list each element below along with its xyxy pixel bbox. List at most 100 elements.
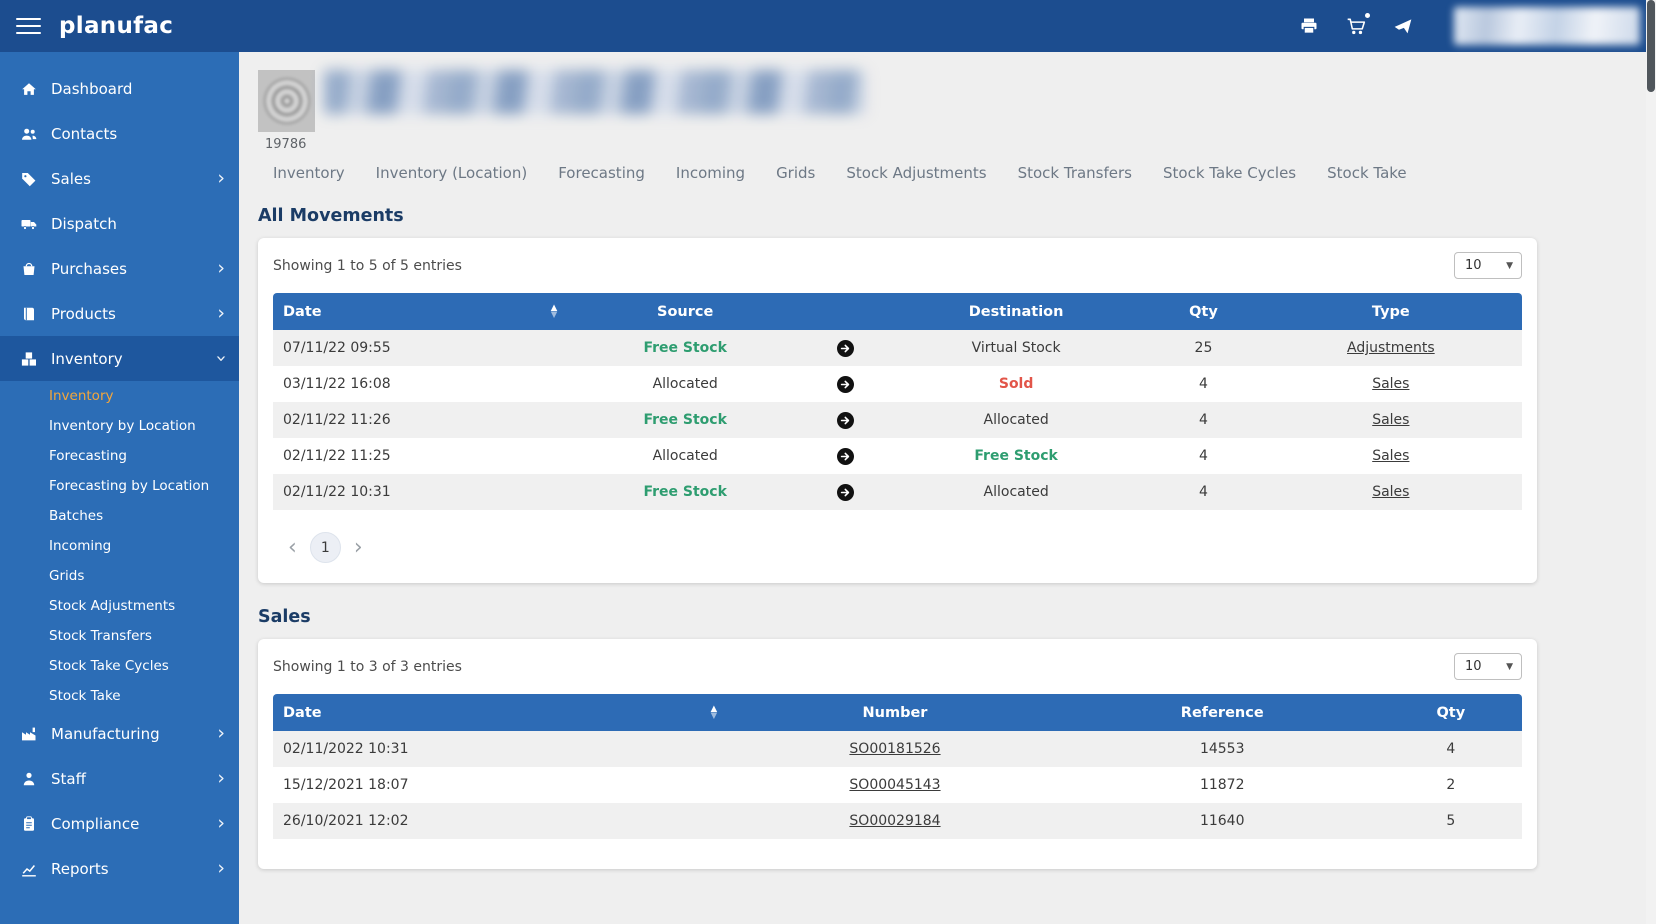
submenu-item-inventory-by-location[interactable]: Inventory by Location bbox=[0, 411, 239, 441]
movements-table: Date ▲ ▼ Source Destination Qty Type 07/1… bbox=[273, 293, 1522, 510]
column-header-qty[interactable]: Qty bbox=[1379, 694, 1522, 731]
submenu-item-stock-take-cycles[interactable]: Stock Take Cycles bbox=[0, 651, 239, 681]
tab-stock-transfers[interactable]: Stock Transfers bbox=[1018, 164, 1132, 182]
tab-incoming[interactable]: Incoming bbox=[676, 164, 745, 182]
sale-qty: 5 bbox=[1446, 813, 1456, 829]
sidebar-item-dashboard[interactable]: Dashboard bbox=[0, 66, 239, 111]
product-code: 19786 bbox=[265, 137, 307, 152]
scrollbar-thumb[interactable] bbox=[1647, 0, 1655, 92]
tab-stock-take-cycles[interactable]: Stock Take Cycles bbox=[1163, 164, 1296, 182]
sidebar-item-manufacturing[interactable]: Manufacturing › bbox=[0, 711, 239, 756]
submenu-item-stock-take[interactable]: Stock Take bbox=[0, 681, 239, 711]
movement-destination: Allocated bbox=[983, 484, 1049, 500]
sidebar-item-staff[interactable]: Staff › bbox=[0, 756, 239, 801]
submenu-item-stock-transfers[interactable]: Stock Transfers bbox=[0, 621, 239, 651]
sidebar-item-contacts[interactable]: Contacts bbox=[0, 111, 239, 156]
price-tag-icon bbox=[19, 169, 38, 188]
chevron-right-icon: › bbox=[217, 302, 225, 324]
tab-forecasting[interactable]: Forecasting bbox=[558, 164, 645, 182]
sidebar-item-sales[interactable]: Sales › bbox=[0, 156, 239, 201]
user-account-blurred[interactable] bbox=[1454, 7, 1640, 45]
column-header-type[interactable]: Type bbox=[1259, 293, 1522, 330]
movement-date: 02/11/22 11:26 bbox=[283, 412, 391, 428]
cart-icon[interactable] bbox=[1346, 13, 1370, 36]
sale-number[interactable]: SO00045143 bbox=[725, 767, 1065, 803]
sale-number[interactable]: SO00181526 bbox=[725, 731, 1065, 767]
table-row: 03/11/22 16:08 Allocated Sold 4 Sales bbox=[273, 366, 1522, 402]
movement-type[interactable]: Sales bbox=[1260, 402, 1522, 438]
sale-date: 02/11/2022 10:31 bbox=[283, 741, 409, 757]
tab-bar: Inventory Inventory (Location) Forecasti… bbox=[258, 164, 1656, 182]
movement-type[interactable]: Sales bbox=[1260, 438, 1522, 474]
movement-qty: 4 bbox=[1199, 448, 1208, 464]
page-size-select[interactable]: 10 ▼ bbox=[1454, 653, 1522, 680]
tab-inventory-location[interactable]: Inventory (Location) bbox=[376, 164, 528, 182]
movement-type[interactable]: Sales bbox=[1260, 366, 1522, 402]
tab-grids[interactable]: Grids bbox=[776, 164, 815, 182]
page-1-button[interactable]: 1 bbox=[309, 532, 341, 563]
paper-plane-icon[interactable] bbox=[1393, 16, 1413, 36]
tab-stock-adjustments[interactable]: Stock Adjustments bbox=[846, 164, 986, 182]
submenu-item-forecasting[interactable]: Forecasting bbox=[0, 441, 239, 471]
sidebar-item-compliance[interactable]: Compliance › bbox=[0, 801, 239, 846]
caret-down-icon: ▼ bbox=[1506, 260, 1513, 271]
sidebar-item-products[interactable]: Products › bbox=[0, 291, 239, 336]
page-size-select[interactable]: 10 ▼ bbox=[1454, 252, 1522, 279]
sidebar-item-dispatch[interactable]: Dispatch bbox=[0, 201, 239, 246]
sales-table: Date ▲ ▼ Number Reference Qty 02/11/2022 … bbox=[273, 694, 1522, 839]
column-header-qty[interactable]: Qty bbox=[1147, 293, 1260, 330]
column-header-number[interactable]: Number bbox=[725, 694, 1065, 731]
sidebar-item-inventory[interactable]: Inventory › bbox=[0, 336, 239, 381]
submenu-item-grids[interactable]: Grids bbox=[0, 561, 239, 591]
users-icon bbox=[19, 124, 38, 143]
truck-icon bbox=[19, 214, 38, 233]
tab-inventory[interactable]: Inventory bbox=[273, 164, 345, 182]
product-title-blurred bbox=[324, 70, 865, 114]
column-header-date[interactable]: Date ▲ ▼ bbox=[273, 694, 726, 731]
sort-icon[interactable]: ▲ ▼ bbox=[551, 303, 558, 319]
sidebar-item-purchases[interactable]: Purchases › bbox=[0, 246, 239, 291]
table-row: 07/11/22 09:55 Free Stock Virtual Stock … bbox=[273, 330, 1522, 366]
table-row: 15/12/2021 18:07 SO00045143 11872 2 bbox=[273, 767, 1522, 803]
brand-logo[interactable]: planufac bbox=[59, 13, 173, 39]
sidebar-item-reports[interactable]: Reports › bbox=[0, 846, 239, 891]
product-header: 19786 bbox=[258, 70, 1656, 154]
submenu-item-inventory[interactable]: Inventory bbox=[0, 381, 239, 411]
movement-type[interactable]: Adjustments bbox=[1260, 330, 1522, 366]
movement-qty: 4 bbox=[1199, 412, 1208, 428]
printer-icon[interactable] bbox=[1299, 16, 1319, 36]
arrow-right-circle-icon bbox=[805, 366, 885, 402]
section-title-sales: Sales bbox=[258, 607, 311, 627]
tab-stock-take[interactable]: Stock Take bbox=[1327, 164, 1407, 182]
menu-icon[interactable] bbox=[16, 17, 41, 35]
table-row: 02/11/22 11:26 Free Stock Allocated 4 Sa… bbox=[273, 402, 1522, 438]
sale-qty: 2 bbox=[1446, 777, 1456, 793]
chevron-right-icon: › bbox=[217, 857, 225, 879]
movement-destination: Allocated bbox=[983, 412, 1049, 428]
movement-destination: Sold bbox=[998, 376, 1034, 392]
prev-page-button[interactable]: ‹ bbox=[288, 536, 297, 559]
submenu-item-forecasting-by-location[interactable]: Forecasting by Location bbox=[0, 471, 239, 501]
submenu-item-incoming[interactable]: Incoming bbox=[0, 531, 239, 561]
movement-type[interactable]: Sales bbox=[1260, 474, 1522, 510]
column-header-destination[interactable]: Destination bbox=[884, 293, 1148, 330]
column-header-date[interactable]: Date ▲ ▼ bbox=[273, 293, 566, 330]
sale-date: 15/12/2021 18:07 bbox=[283, 777, 409, 793]
sidebar-item-label: Manufacturing bbox=[51, 724, 160, 743]
sale-date: 26/10/2021 12:02 bbox=[283, 813, 409, 829]
column-header-reference[interactable]: Reference bbox=[1064, 694, 1380, 731]
sale-reference: 11872 bbox=[1199, 777, 1245, 793]
sale-number[interactable]: SO00029184 bbox=[725, 803, 1065, 839]
entries-info: Showing 1 to 5 of 5 entries bbox=[273, 257, 462, 274]
sales-card: Showing 1 to 3 of 3 entries 10 ▼ Date ▲ ▼… bbox=[258, 639, 1537, 869]
next-page-button[interactable]: › bbox=[354, 536, 363, 559]
column-header-source[interactable]: Source bbox=[565, 293, 806, 330]
pagination: ‹ 1 › bbox=[288, 532, 1522, 563]
sidebar-item-label: Products bbox=[51, 304, 116, 323]
sort-icon[interactable]: ▲ ▼ bbox=[711, 704, 718, 720]
submenu-item-stock-adjustments[interactable]: Stock Adjustments bbox=[0, 591, 239, 621]
submenu-item-batches[interactable]: Batches bbox=[0, 501, 239, 531]
arrow-right-circle-icon bbox=[805, 402, 885, 438]
table-row: 02/11/22 11:25 Allocated Free Stock 4 Sa… bbox=[273, 438, 1522, 474]
scrollbar[interactable] bbox=[1646, 0, 1656, 924]
